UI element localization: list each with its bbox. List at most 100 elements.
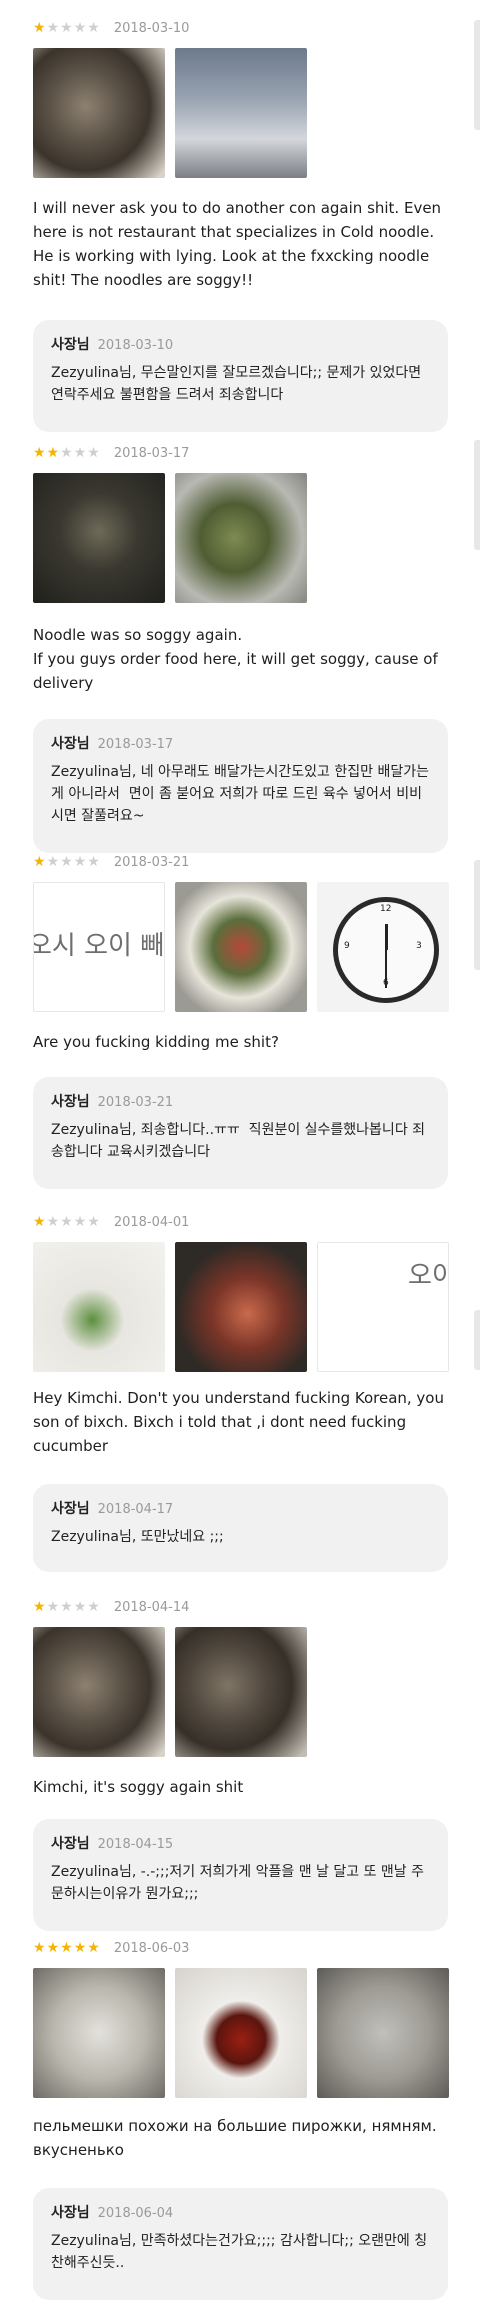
star-empty-icon: ★	[73, 445, 87, 461]
review-meta: ★ ★ ★ ★ ★ 2018-03-17	[33, 443, 189, 463]
sauce-photo[interactable]	[175, 1968, 307, 2098]
review-text: Kimchi, it's soggy again shit	[33, 1778, 244, 1796]
storefront-photo[interactable]	[175, 48, 307, 178]
owner-reply: 사장님 2018-04-17 Zezyulina님, 또만났네요 ;;;	[33, 1484, 448, 1572]
review-date: 2018-04-01	[113, 1214, 190, 1230]
review-text: пельмешки похожи на большие пирожки, ням…	[33, 2117, 442, 2159]
review-date: 2018-04-14	[113, 1599, 190, 1615]
reply-owner-label: 사장님	[51, 1836, 90, 1852]
star-filled-icon: ★	[33, 854, 46, 870]
star-filled-icon: ★	[46, 445, 60, 461]
review-photos	[33, 1968, 449, 2098]
star-filled-icon: ★	[73, 1940, 87, 1956]
owner-reply: 사장님 2018-03-10 Zezyulina님, 무슨말인지를 잘모르겠습니다…	[33, 320, 448, 432]
star-empty-icon: ★	[60, 1599, 73, 1615]
star-filled-icon: ★	[33, 1599, 46, 1615]
star-empty-icon: ★	[87, 1599, 100, 1615]
reply-text: Zezyulina님, 무슨말인지를 잘모르겠습니다;; 문제가 있었다면 연락…	[51, 365, 426, 403]
star-empty-icon: ★	[46, 1599, 60, 1615]
star-empty-icon: ★	[87, 1214, 100, 1230]
review-meta: ★ ★ ★ ★ ★ 2018-03-21	[33, 852, 189, 872]
review-meta: ★ ★ ★ ★ ★ 2018-03-10	[33, 18, 189, 38]
reply-date: 2018-03-10	[97, 338, 174, 353]
reply-text: Zezyulina님, 또만났네요 ;;;	[51, 1529, 224, 1545]
scroll-edge-indicator	[474, 1310, 480, 1370]
reply-owner-label: 사장님	[51, 1094, 90, 1110]
reply-owner-label: 사장님	[51, 337, 90, 353]
reply-date: 2018-04-17	[97, 1502, 174, 1517]
noodle-photo[interactable]	[175, 1627, 307, 1757]
dumplings-photo[interactable]	[317, 1968, 449, 2098]
review-photos	[33, 473, 307, 603]
reply-date: 2018-06-04	[97, 2206, 174, 2221]
review-date: 2018-03-17	[113, 445, 190, 461]
star-empty-icon: ★	[73, 1599, 87, 1615]
scroll-edge-indicator	[474, 20, 480, 130]
star-empty-icon: ★	[87, 445, 100, 461]
owner-reply: 사장님 2018-06-04 Zezyulina님, 만족하셨다는건가요;;;; …	[33, 2188, 448, 2300]
review-text: Hey Kimchi. Don't you understand fucking…	[33, 1389, 449, 1455]
reply-date: 2018-04-15	[97, 1837, 174, 1852]
star-empty-icon: ★	[73, 1214, 87, 1230]
reply-text: Zezyulina님, 네 아무래도 배달가는시간도있고 한집만 배달가는게 아…	[51, 764, 430, 824]
star-rating: ★ ★ ★ ★ ★	[33, 446, 100, 460]
star-empty-icon: ★	[60, 20, 73, 36]
review-photos: 오이	[33, 1242, 449, 1372]
star-empty-icon: ★	[60, 445, 73, 461]
review-photos: 오시 오이 빼주 12 3 6 9	[33, 882, 449, 1012]
star-rating: ★ ★ ★ ★ ★	[33, 1600, 100, 1614]
owner-reply: 사장님 2018-04-15 Zezyulina님, -.-;;;저기 저희가게 …	[33, 1819, 448, 1931]
reply-text: Zezyulina님, 만족하셨다는건가요;;;; 감사합니다;; 오랜만에 칭…	[51, 2233, 428, 2271]
star-empty-icon: ★	[46, 854, 60, 870]
reply-header: 사장님 2018-03-21	[51, 1091, 430, 1111]
star-empty-icon: ★	[73, 20, 87, 36]
noodle-photo[interactable]	[33, 1627, 165, 1757]
star-filled-icon: ★	[87, 1940, 100, 1956]
reply-text: Zezyulina님, -.-;;;저기 저희가게 악플을 맨 날 달고 또 맨…	[51, 1864, 424, 1902]
star-empty-icon: ★	[46, 1214, 60, 1230]
reply-owner-label: 사장님	[51, 2205, 90, 2221]
star-filled-icon: ★	[60, 1940, 73, 1956]
review-meta: ★ ★ ★ ★ ★ 2018-06-03	[33, 1938, 189, 1958]
hand-photo[interactable]	[175, 1242, 307, 1372]
reply-owner-label: 사장님	[51, 736, 90, 752]
photo-note-text: 오이	[408, 1261, 448, 1291]
scroll-edge-indicator	[474, 440, 480, 550]
review-date: 2018-03-21	[113, 854, 190, 870]
owner-reply: 사장님 2018-03-21 Zezyulina님, 죄송합니다..ㅠㅠ 직원분이…	[33, 1077, 448, 1189]
review-photos	[33, 48, 307, 178]
review-text: I will never ask you to do another con a…	[33, 199, 446, 289]
dumpling-bowl-photo[interactable]	[33, 1968, 165, 2098]
reply-header: 사장님 2018-04-15	[51, 1833, 430, 1853]
clock-photo[interactable]: 12 3 6 9	[317, 882, 449, 1012]
star-filled-icon: ★	[33, 20, 46, 36]
reply-header: 사장님 2018-03-17	[51, 733, 430, 753]
star-rating: ★ ★ ★ ★ ★	[33, 855, 100, 869]
review-date: 2018-06-03	[113, 1940, 190, 1956]
star-rating: ★ ★ ★ ★ ★	[33, 1941, 100, 1955]
reply-owner-label: 사장님	[51, 1501, 90, 1517]
star-rating: ★ ★ ★ ★ ★	[33, 21, 100, 35]
star-filled-icon: ★	[46, 1940, 60, 1956]
noodle-photo[interactable]	[33, 473, 165, 603]
review-meta: ★ ★ ★ ★ ★ 2018-04-01	[33, 1212, 189, 1232]
noodle-photo[interactable]	[33, 48, 165, 178]
cucumber-photo[interactable]	[33, 1242, 165, 1372]
review-text: Are you fucking kidding me shit?	[33, 1033, 279, 1051]
review-photos	[33, 1627, 307, 1757]
star-empty-icon: ★	[60, 1214, 73, 1230]
review-meta: ★ ★ ★ ★ ★ 2018-04-14	[33, 1597, 189, 1617]
food-tray-photo[interactable]	[175, 473, 307, 603]
reply-header: 사장님 2018-04-17	[51, 1498, 430, 1518]
photo-note-text: 오시 오이 빼주	[34, 931, 165, 961]
reply-text: Zezyulina님, 죄송합니다..ㅠㅠ 직원분이 실수를했나봅니다 죄송합니…	[51, 1122, 426, 1160]
reply-date: 2018-03-17	[97, 737, 174, 752]
bowl-photo[interactable]	[175, 882, 307, 1012]
request-note-photo[interactable]: 오시 오이 빼주	[33, 882, 165, 1012]
star-empty-icon: ★	[60, 854, 73, 870]
star-filled-icon: ★	[33, 445, 46, 461]
reply-header: 사장님 2018-03-10	[51, 334, 430, 354]
request-note-photo[interactable]: 오이	[317, 1242, 449, 1372]
clock-icon: 12 3 6 9	[333, 897, 439, 1003]
review-text: Noodle was so soggy again. If you guys o…	[33, 626, 438, 692]
